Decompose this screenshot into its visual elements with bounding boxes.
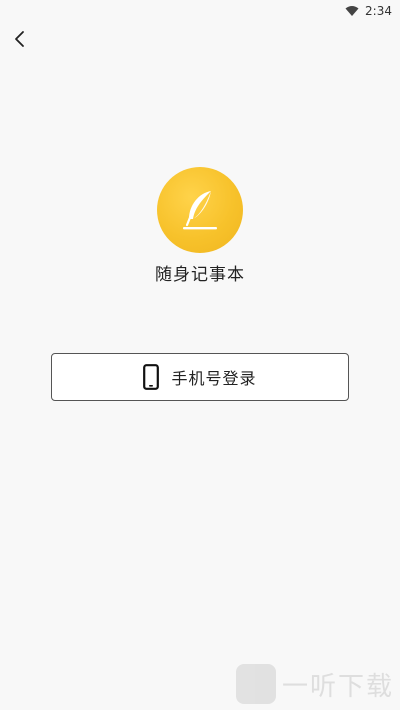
app-name: 随身记事本 (155, 265, 245, 285)
back-button[interactable] (8, 28, 30, 50)
watermark: 一听下载 (235, 664, 394, 704)
wifi-icon (345, 6, 359, 16)
status-time: 2:34 (365, 4, 392, 18)
phone-login-button[interactable]: 手机号登录 (51, 353, 349, 401)
smartphone-icon (143, 364, 160, 390)
chevron-left-icon (15, 31, 24, 47)
watermark-logo-icon (235, 664, 276, 704)
feather-quill-icon (183, 191, 217, 230)
watermark-text: 一听下载 (281, 671, 394, 702)
app-logo (157, 167, 243, 253)
phone-login-label: 手机号登录 (171, 369, 257, 388)
status-bar: 2:34 (0, 0, 400, 22)
